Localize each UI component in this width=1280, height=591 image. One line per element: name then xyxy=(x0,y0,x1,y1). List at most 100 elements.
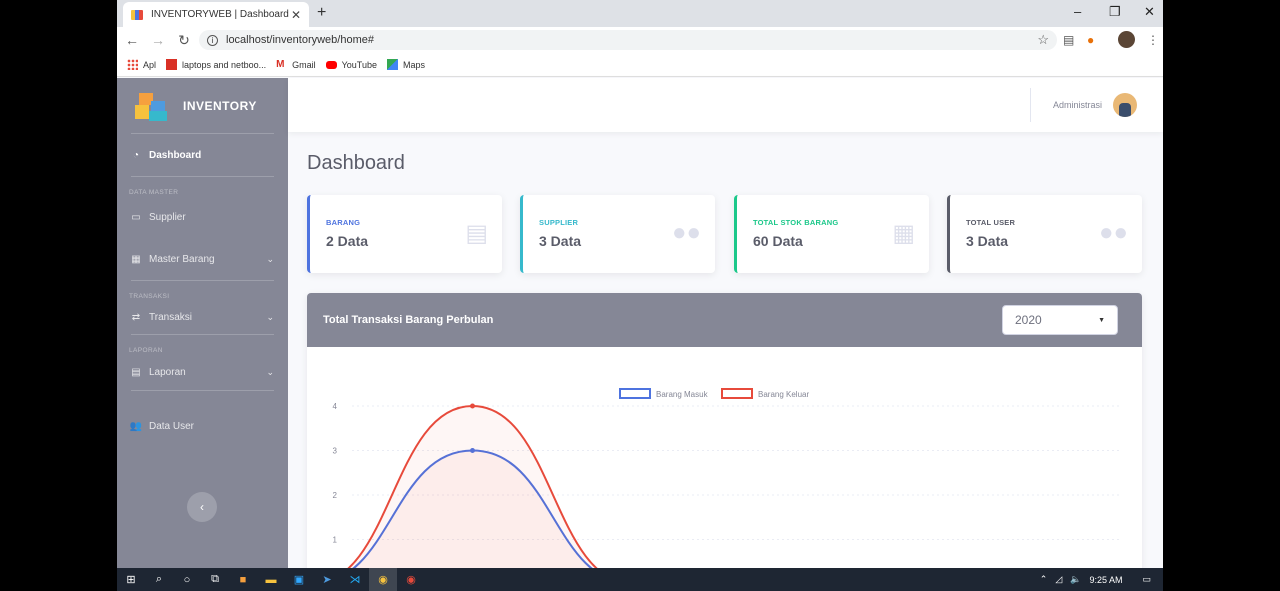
bookmark-gmail[interactable]: M Gmail xyxy=(276,59,316,70)
sidebar-item-data-user[interactable]: 👥 Data User xyxy=(117,391,288,461)
card-value: 2 Data xyxy=(326,233,369,249)
page-title: Dashboard xyxy=(307,152,405,174)
notification-icon[interactable]: ▭ xyxy=(1142,574,1151,585)
chart-panel: Total Transaksi Barang Perbulan 2020 ▼ 4… xyxy=(307,293,1142,583)
clock[interactable]: 9:25 AM xyxy=(1089,575,1122,585)
windows-start-icon[interactable]: ⊞ xyxy=(117,568,145,591)
sidebar-item-label: Data User xyxy=(149,420,195,432)
vscode-icon[interactable]: ⋊ xyxy=(341,568,369,591)
tachometer-icon: ◔ xyxy=(132,149,140,161)
sidebar-item-label: Master Barang xyxy=(149,253,215,265)
divider xyxy=(131,334,274,335)
bookmark-label: laptops and netboo... xyxy=(182,59,267,70)
browser-tab[interactable]: INVENTORYWEB | Dashboard ✕ xyxy=(123,2,309,27)
legend-label: Barang Masuk xyxy=(656,390,709,399)
sidebar-item-label: Transaksi xyxy=(149,311,192,323)
profile-avatar[interactable] xyxy=(1118,31,1135,48)
supplier-icon: ▭ xyxy=(131,211,141,223)
tab-title: INVENTORYWEB | Dashboard xyxy=(151,9,289,20)
bookmark-youtube[interactable]: YouTube xyxy=(325,59,377,70)
year-select[interactable]: 2020 ▼ xyxy=(1002,305,1118,335)
forward-icon[interactable]: → xyxy=(147,32,169,48)
app-blue-icon[interactable]: ➤ xyxy=(313,568,341,591)
chevron-down-icon: ⌄ xyxy=(266,366,274,377)
chevron-down-icon: ⌄ xyxy=(266,311,274,322)
bookmark-label: YouTube xyxy=(341,59,377,70)
apps-grid-icon xyxy=(127,59,138,70)
browser-tab-bar: INVENTORYWEB | Dashboard ✕ + – ❐ ✕ xyxy=(117,0,1163,27)
site-info-icon[interactable]: i xyxy=(207,34,218,46)
tab-close-icon[interactable]: ✕ xyxy=(291,8,301,22)
legend-swatch xyxy=(619,388,651,399)
line-chart: 4 3 2 1 Barang Masuk Barang Keluar xyxy=(311,388,1122,583)
bookmark-star-icon[interactable]: ☆ xyxy=(1037,32,1049,48)
taskbar: ⊞ ⌕ ○ ⧉ ■ ▬ ▣ ➤ ⋊ ◉ ◉ ⌃ ◿ 🔈 9:25 AM ▭ xyxy=(117,568,1163,591)
topbar-divider xyxy=(1030,88,1031,122)
extension-flame-icon[interactable]: ● xyxy=(1087,33,1094,47)
sidebar-item-label: Laporan xyxy=(149,366,186,378)
bookmark-label: Apl xyxy=(143,59,157,70)
recorder-icon[interactable]: ◉ xyxy=(397,568,425,591)
card-value: 3 Data xyxy=(966,233,1009,249)
card-total-stok: TOTAL STOK BARANG 60 Data ▦ xyxy=(734,195,929,273)
bookmark-maps[interactable]: Maps xyxy=(386,59,425,70)
restore-icon[interactable]: ❐ xyxy=(1109,4,1121,20)
maps-icon xyxy=(386,59,398,70)
volume-icon[interactable]: 🔈 xyxy=(1070,574,1081,585)
bookmark-apps[interactable]: Apl xyxy=(127,59,156,70)
divider xyxy=(131,176,274,177)
back-icon[interactable]: ← xyxy=(121,32,143,48)
divider xyxy=(131,280,274,281)
card-barang: BARANG 2 Data ▤ xyxy=(307,195,502,273)
chevron-up-icon[interactable]: ⌃ xyxy=(1040,574,1048,585)
task-view-icon[interactable]: ⧉ xyxy=(201,568,229,591)
card-supplier: SUPPLIER 3 Data ●● xyxy=(520,195,715,273)
sidebar-item-laporan[interactable]: ▤ Laporan ⌄ xyxy=(117,354,288,390)
sidebar-brand[interactable]: INVENTORY xyxy=(117,78,288,133)
address-bar: ← → ↻ i localhost/inventoryweb/home# ☆ ▤… xyxy=(117,27,1163,53)
sidebar-item-supplier[interactable]: ▭ Supplier xyxy=(117,196,288,238)
url-field[interactable]: i localhost/inventoryweb/home# ☆ xyxy=(199,30,1057,50)
photoshop-icon[interactable]: ▣ xyxy=(285,568,313,591)
box-icon: ▦ xyxy=(131,253,141,265)
minimize-icon[interactable]: – xyxy=(1074,4,1081,19)
chevron-down-icon: ⌄ xyxy=(266,253,274,264)
new-tab-icon[interactable]: + xyxy=(317,4,326,22)
inventory-logo-icon xyxy=(135,91,169,121)
sidebar-item-dashboard[interactable]: ◔ Dashboard xyxy=(117,134,288,176)
sidebar: INVENTORY ◔ Dashboard DATA MASTER ▭ Supp… xyxy=(117,78,288,568)
window-close-icon[interactable]: ✕ xyxy=(1144,4,1155,20)
screen: INVENTORYWEB | Dashboard ✕ + – ❐ ✕ ← → ↻… xyxy=(117,0,1163,591)
card-label: TOTAL STOK BARANG xyxy=(753,218,839,227)
card-total-user: TOTAL USER 3 Data ●● xyxy=(947,195,1142,273)
sidebar-item-label: Supplier xyxy=(149,211,186,223)
y-tick-label: 3 xyxy=(333,447,338,456)
boxes-icon: ▤ xyxy=(465,220,488,247)
user-avatar[interactable] xyxy=(1113,93,1137,117)
sidebar-heading-master: DATA MASTER xyxy=(129,189,179,196)
chrome-icon[interactable]: ◉ xyxy=(369,568,397,591)
y-tick-label: 1 xyxy=(333,536,338,545)
bookmarks-bar: Apl laptops and netboo... M Gmail YouTub… xyxy=(117,53,1163,77)
file-explorer-icon[interactable]: ▬ xyxy=(257,568,285,591)
reload-icon[interactable]: ↻ xyxy=(173,32,195,49)
sidebar-toggle-button[interactable]: ‹ xyxy=(187,492,217,522)
sidebar-item-transaksi[interactable]: ⇄ Transaksi ⌄ xyxy=(117,300,288,334)
card-label: TOTAL USER xyxy=(966,218,1016,227)
system-tray: ⌃ ◿ 🔈 9:25 AM ▭ xyxy=(1040,574,1163,585)
bookmark-label: Gmail xyxy=(292,59,316,70)
bookmark-label: Maps xyxy=(402,59,425,70)
app-orange-icon[interactable]: ■ xyxy=(229,568,257,591)
l-logo-icon xyxy=(166,59,178,70)
search-icon[interactable]: ⌕ xyxy=(145,568,173,591)
user-name[interactable]: Administrasi xyxy=(1053,100,1102,110)
extension-icon[interactable]: ▤ xyxy=(1063,33,1074,47)
menu-kebab-icon[interactable]: ⋮ xyxy=(1147,33,1159,47)
favicon-icon xyxy=(131,9,143,20)
bookmark-laptops[interactable]: laptops and netboo... xyxy=(166,59,266,70)
sidebar-item-master-barang[interactable]: ▦ Master Barang ⌄ xyxy=(117,238,288,280)
cortana-icon[interactable]: ○ xyxy=(173,568,201,591)
sidebar-item-label: Dashboard xyxy=(149,149,202,161)
year-select-value: 2020 xyxy=(1015,313,1042,327)
network-icon[interactable]: ◿ xyxy=(1055,574,1062,585)
